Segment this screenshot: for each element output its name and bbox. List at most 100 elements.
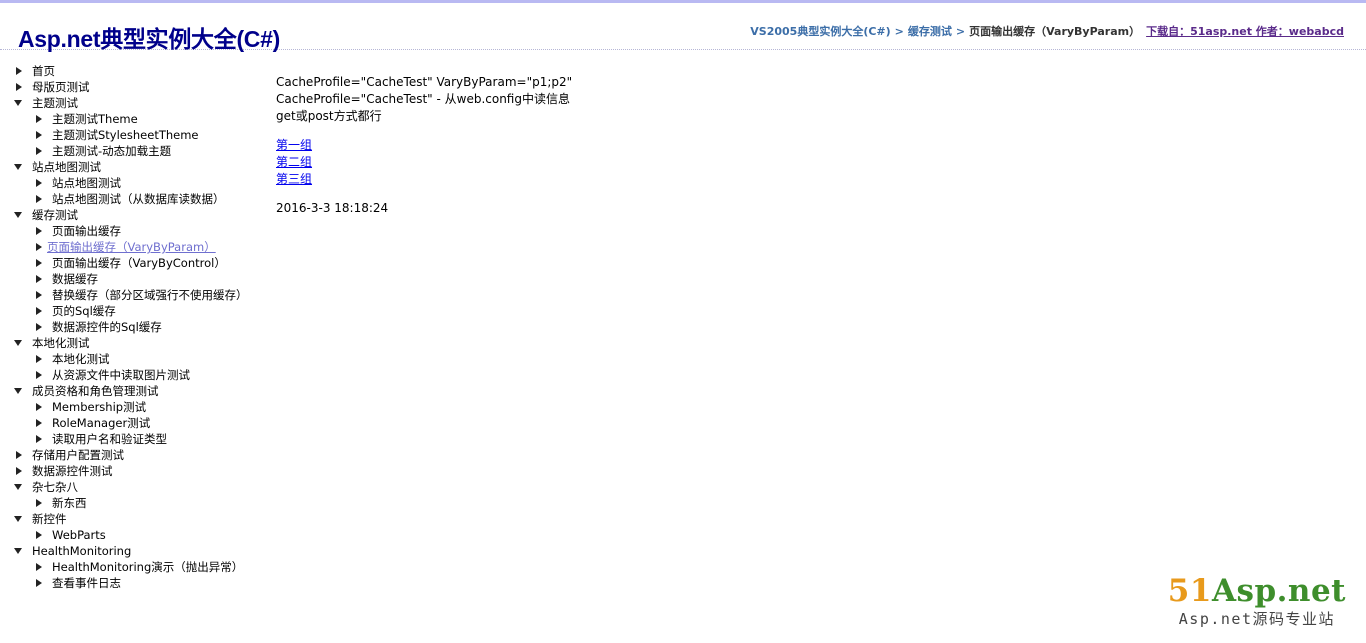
tree-node-label[interactable]: Membership测试 [52, 399, 146, 415]
tree-node[interactable]: 数据源控件测试 [14, 463, 248, 479]
tree-node-label[interactable]: 站点地图测试 [52, 175, 121, 191]
collapse-toggle-icon[interactable] [16, 451, 22, 459]
tree-node-label[interactable]: 杂七杂八 [32, 479, 78, 495]
tree-node[interactable]: HealthMonitoring演示（抛出异常） [14, 559, 248, 575]
breadcrumb-home-link[interactable]: VS2005典型实例大全(C#) [750, 25, 890, 38]
tree-node[interactable]: 页面输出缓存（VaryByControl） [14, 255, 248, 271]
tree-node-label[interactable]: 查看事件日志 [52, 575, 121, 591]
collapse-toggle-icon[interactable] [36, 179, 42, 187]
tree-node-label[interactable]: 页的Sql缓存 [52, 303, 116, 319]
tree-node[interactable]: 数据缓存 [14, 271, 248, 287]
tree-node[interactable]: 存储用户配置测试 [14, 447, 248, 463]
tree-node-label[interactable]: WebParts [52, 527, 106, 543]
tree-node-label[interactable]: 主题测试 [32, 95, 78, 111]
tree-node-label[interactable]: 本地化测试 [52, 351, 110, 367]
tree-node[interactable]: 本地化测试 [14, 335, 248, 351]
tree-node-label[interactable]: 数据源控件的Sql缓存 [52, 319, 162, 335]
collapse-toggle-icon[interactable] [36, 435, 42, 443]
collapse-toggle-icon[interactable] [36, 243, 42, 251]
collapse-toggle-icon[interactable] [36, 147, 42, 155]
collapse-toggle-icon[interactable] [16, 67, 22, 75]
tree-node[interactable]: 主题测试-动态加载主题 [14, 143, 248, 159]
tree-node[interactable]: 成员资格和角色管理测试 [14, 383, 248, 399]
collapse-toggle-icon[interactable] [36, 531, 42, 539]
tree-node-label[interactable]: 成员资格和角色管理测试 [32, 383, 159, 399]
tree-node[interactable]: 主题测试 [14, 95, 248, 111]
tree-node[interactable]: 从资源文件中读取图片测试 [14, 367, 248, 383]
expand-toggle-icon[interactable] [14, 340, 22, 346]
tree-node-label-selected[interactable]: 页面输出缓存（VaryByParam） [47, 239, 216, 255]
expand-toggle-icon[interactable] [14, 164, 22, 170]
tree-node[interactable]: 页的Sql缓存 [14, 303, 248, 319]
tree-node[interactable]: 替换缓存（部分区域强行不使用缓存） [14, 287, 248, 303]
group-2-link[interactable]: 第二组 [276, 154, 572, 171]
tree-node[interactable]: 母版页测试 [14, 79, 248, 95]
tree-node[interactable]: 页面输出缓存（VaryByParam） [14, 239, 248, 255]
collapse-toggle-icon[interactable] [36, 419, 42, 427]
tree-node[interactable]: 数据源控件的Sql缓存 [14, 319, 248, 335]
tree-node[interactable]: 主题测试StylesheetTheme [14, 127, 248, 143]
download-author-link[interactable]: 下载自：51asp.net 作者：webabcd [1146, 25, 1344, 38]
collapse-toggle-icon[interactable] [36, 355, 42, 363]
tree-node-label[interactable]: 数据缓存 [52, 271, 98, 287]
collapse-toggle-icon[interactable] [36, 227, 42, 235]
tree-node-label[interactable]: 新东西 [52, 495, 87, 511]
tree-node[interactable]: 查看事件日志 [14, 575, 248, 591]
collapse-toggle-icon[interactable] [36, 115, 42, 123]
tree-node[interactable]: WebParts [14, 527, 248, 543]
collapse-toggle-icon[interactable] [36, 323, 42, 331]
tree-node[interactable]: 读取用户名和验证类型 [14, 431, 248, 447]
collapse-toggle-icon[interactable] [36, 275, 42, 283]
tree-node[interactable]: HealthMonitoring [14, 543, 248, 559]
expand-toggle-icon[interactable] [14, 548, 22, 554]
tree-node[interactable]: 主题测试Theme [14, 111, 248, 127]
tree-node-label[interactable]: 站点地图测试（从数据库读数据） [52, 191, 225, 207]
collapse-toggle-icon[interactable] [36, 579, 42, 587]
expand-toggle-icon[interactable] [14, 388, 22, 394]
tree-node-label[interactable]: 替换缓存（部分区域强行不使用缓存） [52, 287, 248, 303]
collapse-toggle-icon[interactable] [36, 131, 42, 139]
tree-node[interactable]: Membership测试 [14, 399, 248, 415]
collapse-toggle-icon[interactable] [16, 83, 22, 91]
expand-toggle-icon[interactable] [14, 100, 22, 106]
tree-node[interactable]: 新东西 [14, 495, 248, 511]
tree-node-label[interactable]: 读取用户名和验证类型 [52, 431, 167, 447]
tree-node-label[interactable]: 页面输出缓存（VaryByControl） [52, 255, 226, 271]
tree-node[interactable]: 首页 [14, 63, 248, 79]
tree-node-label[interactable]: 主题测试Theme [52, 111, 138, 127]
tree-node[interactable]: 站点地图测试 [14, 175, 248, 191]
tree-node[interactable]: 本地化测试 [14, 351, 248, 367]
collapse-toggle-icon[interactable] [36, 403, 42, 411]
tree-node[interactable]: 新控件 [14, 511, 248, 527]
tree-node[interactable]: RoleManager测试 [14, 415, 248, 431]
collapse-toggle-icon[interactable] [36, 291, 42, 299]
tree-node-label[interactable]: 页面输出缓存 [52, 223, 121, 239]
expand-toggle-icon[interactable] [14, 212, 22, 218]
tree-node-label[interactable]: 新控件 [32, 511, 67, 527]
collapse-toggle-icon[interactable] [36, 563, 42, 571]
tree-node-label[interactable]: 首页 [32, 63, 55, 79]
tree-node[interactable]: 站点地图测试（从数据库读数据） [14, 191, 248, 207]
tree-node-label[interactable]: RoleManager测试 [52, 415, 150, 431]
tree-node[interactable]: 杂七杂八 [14, 479, 248, 495]
collapse-toggle-icon[interactable] [36, 499, 42, 507]
tree-node-label[interactable]: HealthMonitoring演示（抛出异常） [52, 559, 243, 575]
collapse-toggle-icon[interactable] [36, 371, 42, 379]
collapse-toggle-icon[interactable] [36, 259, 42, 267]
tree-node[interactable]: 站点地图测试 [14, 159, 248, 175]
collapse-toggle-icon[interactable] [36, 195, 42, 203]
tree-node-label[interactable]: 数据源控件测试 [32, 463, 113, 479]
tree-node-label[interactable]: 缓存测试 [32, 207, 78, 223]
tree-node-label[interactable]: 主题测试-动态加载主题 [52, 143, 171, 159]
group-1-link[interactable]: 第一组 [276, 137, 572, 154]
tree-node-label[interactable]: 本地化测试 [32, 335, 90, 351]
tree-node-label[interactable]: HealthMonitoring [32, 543, 131, 559]
collapse-toggle-icon[interactable] [16, 467, 22, 475]
group-3-link[interactable]: 第三组 [276, 171, 572, 188]
tree-node-label[interactable]: 从资源文件中读取图片测试 [52, 367, 190, 383]
tree-node-label[interactable]: 主题测试StylesheetTheme [52, 127, 199, 143]
tree-node-label[interactable]: 存储用户配置测试 [32, 447, 124, 463]
breadcrumb-section-link[interactable]: 缓存测试 [908, 25, 952, 38]
collapse-toggle-icon[interactable] [36, 307, 42, 315]
tree-node[interactable]: 页面输出缓存 [14, 223, 248, 239]
